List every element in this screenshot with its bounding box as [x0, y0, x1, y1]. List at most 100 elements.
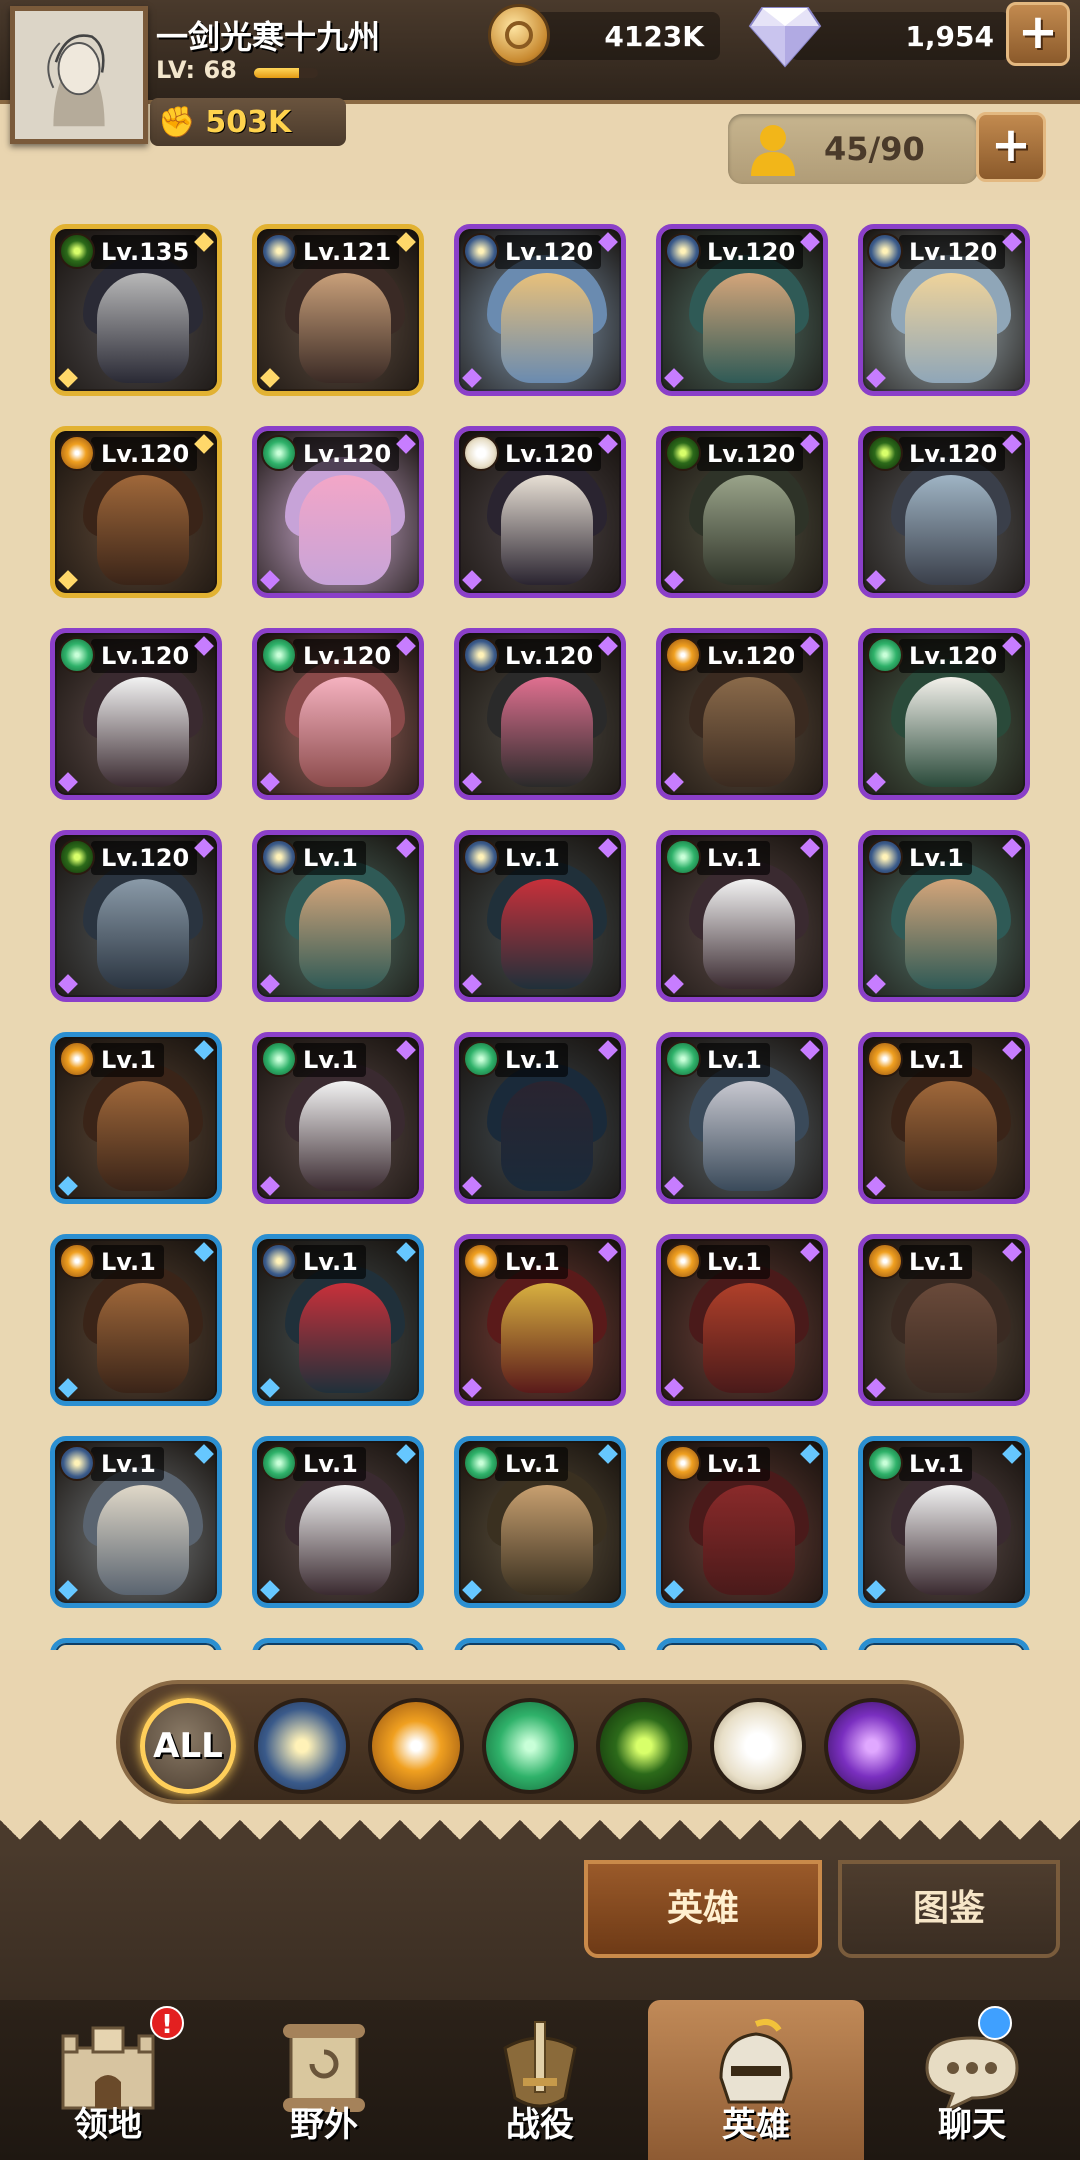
mauler-faction-icon — [665, 1243, 701, 1279]
hero-card[interactable]: Lv.1 — [454, 1234, 626, 1406]
hero-portrait — [905, 1485, 997, 1595]
hero-card[interactable]: Lv.1 — [656, 1234, 828, 1406]
hero-level: Lv.120 — [899, 437, 1006, 471]
hero-level: Lv.1 — [495, 841, 568, 875]
hero-card-partial[interactable] — [454, 1638, 626, 1650]
hero-card[interactable]: Lv.1 — [50, 1032, 222, 1204]
hero-portrait — [703, 879, 795, 989]
gem-counter[interactable]: 1,954 — [790, 12, 1010, 60]
hero-card[interactable]: Lv.1 — [656, 830, 828, 1002]
hero-count-pill: 45/90 — [728, 114, 978, 184]
hero-card[interactable]: Lv.1 — [858, 1436, 1030, 1608]
hero-level: Lv.120 — [293, 437, 400, 471]
filter-celestial-button[interactable] — [710, 1698, 806, 1794]
nav-territory[interactable]: ! 领地 — [0, 2000, 216, 2160]
user-icon — [751, 125, 795, 176]
nav-field-label: 野外 — [290, 2105, 358, 2145]
nav-field[interactable]: 野外 — [216, 2000, 432, 2160]
hero-portrait — [299, 677, 391, 787]
hero-card[interactable]: Lv.1 — [50, 1436, 222, 1608]
hero-card[interactable]: Lv.1 — [252, 1032, 424, 1204]
combat-power: ✊ 503K — [150, 98, 346, 146]
gold-counter[interactable]: 4123K — [520, 12, 720, 60]
nav-campaign[interactable]: 战役 — [432, 2000, 648, 2160]
hero-portrait — [97, 1485, 189, 1595]
hero-level: Lv.1 — [495, 1043, 568, 1077]
hero-card[interactable]: Lv.1 — [454, 1032, 626, 1204]
bottom-navigation: ! 领地 野外 战役 英雄 聊天 — [0, 2000, 1080, 2160]
hero-card[interactable]: Lv.1 — [656, 1436, 828, 1608]
hero-card-partial[interactable] — [656, 1638, 828, 1650]
nav-heroes[interactable]: 英雄 — [648, 2000, 864, 2160]
add-gems-button[interactable]: + — [1006, 2, 1070, 66]
player-avatar[interactable] — [10, 6, 148, 144]
filter-graveborn-button[interactable] — [596, 1698, 692, 1794]
hero-card[interactable]: Lv.120 — [656, 628, 828, 800]
hero-level: Lv.120 — [697, 639, 804, 673]
mauler-faction-icon — [665, 1445, 701, 1481]
hero-level: Lv.1 — [293, 841, 366, 875]
hero-card[interactable]: Lv.120 — [252, 426, 424, 598]
hero-card[interactable]: Lv.120 — [858, 628, 1030, 800]
gold-amount: 4123K — [604, 19, 704, 53]
hero-card[interactable]: Lv.120 — [656, 224, 828, 396]
hero-portrait — [501, 1081, 593, 1191]
gold-coin-icon — [488, 4, 550, 66]
hero-level: Lv.120 — [697, 437, 804, 471]
filter-all-button[interactable]: ALL — [140, 1698, 236, 1794]
hero-card[interactable]: Lv.1 — [454, 830, 626, 1002]
hero-card[interactable]: Lv.1 — [858, 830, 1030, 1002]
hero-level: Lv.1 — [495, 1245, 568, 1279]
hero-card[interactable]: Lv.135 — [50, 224, 222, 396]
hero-card[interactable]: Lv.121 — [252, 224, 424, 396]
hero-count-text: 45/90 — [824, 130, 925, 168]
nav-campaign-label: 战役 — [506, 2105, 574, 2145]
filter-mauler-button[interactable] — [368, 1698, 464, 1794]
hero-card[interactable]: Lv.1 — [252, 830, 424, 1002]
hero-card[interactable]: Lv.120 — [252, 628, 424, 800]
hero-portrait — [501, 475, 593, 585]
hero-level: Lv.120 — [495, 639, 602, 673]
hero-card[interactable]: Lv.120 — [50, 830, 222, 1002]
hero-card-partial[interactable] — [858, 1638, 1030, 1650]
hero-portrait — [501, 879, 593, 989]
filter-lightbearer-button[interactable] — [254, 1698, 350, 1794]
player-name: 一剑光寒十九州 — [156, 18, 381, 56]
hero-card[interactable]: Lv.1 — [50, 1234, 222, 1406]
hero-card[interactable]: Lv.1 — [858, 1234, 1030, 1406]
hero-level: Lv.1 — [293, 1043, 366, 1077]
hero-level: Lv.1 — [899, 1245, 972, 1279]
hero-card[interactable]: Lv.120 — [858, 426, 1030, 598]
tab-codex[interactable]: 图鉴 — [838, 1860, 1060, 1958]
hero-card[interactable]: Lv.1 — [454, 1436, 626, 1608]
lightbearer-faction-icon — [59, 1445, 95, 1481]
filter-wilder-button[interactable] — [482, 1698, 578, 1794]
expand-hero-slots-button[interactable]: + — [976, 112, 1046, 182]
hero-card[interactable]: Lv.120 — [656, 426, 828, 598]
faction-filter-bar: ALL — [116, 1680, 964, 1804]
portrait-icon — [15, 11, 143, 139]
hero-card[interactable]: Lv.1 — [252, 1436, 424, 1608]
hero-card-partial[interactable] — [252, 1638, 424, 1650]
hero-card[interactable]: Lv.120 — [454, 224, 626, 396]
wilder-faction-icon — [463, 1445, 499, 1481]
nav-heroes-label: 英雄 — [722, 2105, 790, 2145]
tab-heroes[interactable]: 英雄 — [584, 1860, 822, 1958]
filter-hypogean-button[interactable] — [824, 1698, 920, 1794]
hero-level: Lv.135 — [91, 235, 198, 269]
hero-card-partial[interactable] — [50, 1638, 222, 1650]
hero-card[interactable]: Lv.120 — [50, 426, 222, 598]
hero-card[interactable]: Lv.120 — [50, 628, 222, 800]
lightbearer-faction-icon — [261, 233, 297, 269]
hero-card[interactable]: Lv.1 — [656, 1032, 828, 1204]
combat-power-value: 503K — [205, 104, 292, 140]
hero-card[interactable]: Lv.1 — [858, 1032, 1030, 1204]
hero-card[interactable]: Lv.120 — [858, 224, 1030, 396]
hero-card[interactable]: Lv.120 — [454, 426, 626, 598]
xp-bar — [254, 68, 318, 78]
nav-chat[interactable]: 聊天 — [864, 2000, 1080, 2160]
xp-bar-fill — [254, 68, 299, 78]
hero-card[interactable]: Lv.120 — [454, 628, 626, 800]
wilder-faction-icon — [665, 1041, 701, 1077]
hero-card[interactable]: Lv.1 — [252, 1234, 424, 1406]
